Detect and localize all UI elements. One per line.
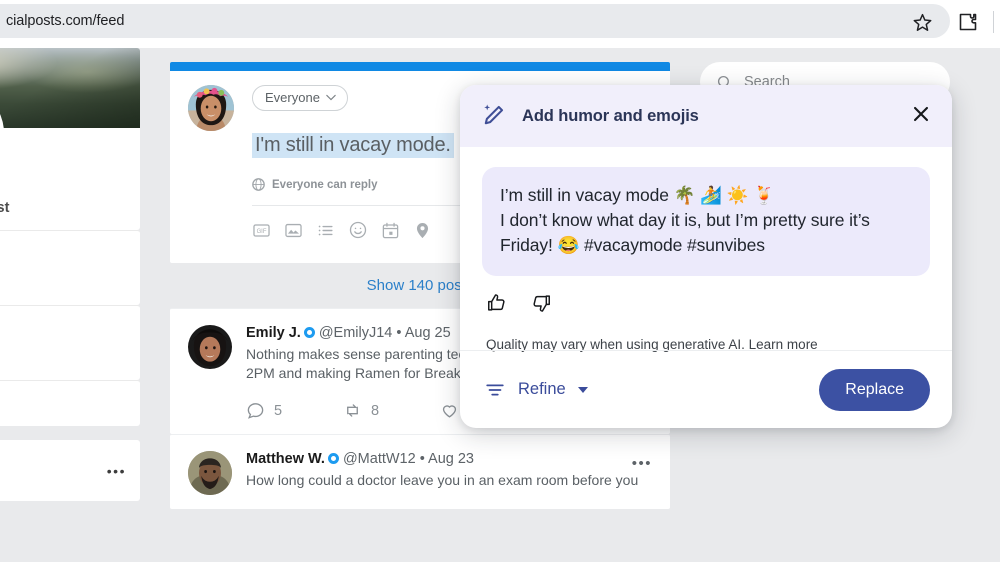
post-item-matthew[interactable]: Matthew W. @MattW12 • Aug 23 How long cou…	[170, 434, 670, 509]
composer-avatar[interactable]	[188, 85, 234, 131]
ai-dialog-header: Add humor and emojis	[460, 85, 952, 147]
profile-card[interactable]: bby B. on Specialist	[0, 48, 140, 230]
list-icon[interactable]	[316, 221, 335, 245]
stat-followers[interactable]: lowers 345	[0, 305, 140, 380]
magic-pen-icon	[482, 101, 508, 132]
post-avatar[interactable]	[188, 325, 232, 369]
post-more-icon[interactable]: •••	[632, 455, 652, 472]
schedule-icon[interactable]	[381, 221, 400, 245]
address-bar-url: cialposts.com/feed	[6, 13, 124, 29]
ai-dialog-footer: Refine Replace	[460, 350, 952, 428]
profile-name: bby B.	[0, 174, 140, 196]
chevron-down-icon[interactable]	[578, 387, 588, 393]
post-date[interactable]: Aug 23	[428, 451, 474, 467]
reply-count: 5	[274, 403, 282, 419]
ai-suggestion-dialog: Add humor and emojis I’m still in vacay …	[460, 85, 952, 428]
svg-text:GIF: GIF	[257, 228, 267, 234]
suggestions-card[interactable]: ons •••	[0, 440, 140, 501]
repost-action[interactable]: 8	[343, 401, 440, 420]
ai-feedback-row	[482, 276, 930, 319]
image-icon[interactable]	[284, 221, 303, 245]
post-text: How long could a doctor leave you in an …	[246, 471, 652, 490]
audience-label: Everyone	[265, 90, 320, 105]
composer-accent-bar	[170, 62, 670, 71]
replace-button[interactable]: Replace	[819, 369, 930, 411]
toolbar-divider	[993, 11, 994, 33]
stat-following-label: lowing	[0, 247, 140, 265]
thumb-up-icon[interactable]	[486, 292, 508, 319]
close-icon[interactable]	[910, 103, 932, 130]
audience-selector[interactable]: Everyone	[252, 85, 348, 111]
thumb-down-icon[interactable]	[530, 292, 552, 319]
stat-following-value: 239	[0, 269, 140, 291]
gif-icon[interactable]: GIF	[252, 221, 271, 245]
post-header: Matthew W. @MattW12 • Aug 23	[246, 451, 652, 467]
chevron-down-icon	[326, 94, 336, 101]
ai-dialog-body: I’m still in vacay mode 🌴 🏄 ☀️ 🍹 I don’t…	[460, 147, 952, 352]
profile-role: on Specialist	[0, 200, 140, 216]
browser-toolbar: cialposts.com/feed	[0, 0, 1000, 44]
post-date[interactable]: Aug 25	[405, 325, 451, 341]
ai-disclaimer: Quality may vary when using generative A…	[482, 319, 930, 352]
profile-info: bby B. on Specialist	[0, 128, 140, 230]
post-separator: •	[396, 325, 401, 341]
reply-scope-label: Everyone can reply	[272, 179, 377, 191]
refine-button[interactable]: Refine	[484, 379, 588, 401]
location-icon[interactable]	[413, 221, 432, 245]
left-sidebar: bby B. on Specialist lowing 239 lowers 3…	[0, 48, 140, 501]
ai-dialog-title: Add humor and emojis	[522, 107, 699, 126]
browser-toolbar-icons	[899, 0, 994, 44]
reply-action[interactable]: 5	[246, 401, 343, 420]
stat-followers-value: 345	[0, 344, 140, 366]
post-avatar[interactable]	[188, 451, 232, 495]
refine-label: Refine	[518, 380, 566, 399]
emoji-icon[interactable]	[348, 220, 368, 245]
post-author-name[interactable]: Emily J.	[246, 325, 301, 341]
stat-followers-label: lowers	[0, 322, 140, 340]
composer-text: I'm still in vacay mode.	[252, 133, 454, 158]
address-bar[interactable]: cialposts.com/feed	[0, 4, 950, 38]
post-author-handle[interactable]: @EmilyJ14	[319, 325, 393, 341]
verified-badge-icon	[328, 453, 339, 464]
repost-count: 8	[371, 403, 379, 419]
post-author-name[interactable]: Matthew W.	[246, 451, 325, 467]
profile-cover-image	[0, 48, 140, 128]
extensions-puzzle-icon[interactable]	[945, 0, 991, 44]
post-separator: •	[420, 451, 425, 467]
verified-badge-icon	[304, 327, 315, 338]
stat-following[interactable]: lowing 239	[0, 230, 140, 305]
globe-icon	[252, 178, 265, 191]
post-author-handle[interactable]: @MattW12	[343, 451, 416, 467]
tune-icon	[484, 379, 506, 401]
ai-suggestion-text[interactable]: I’m still in vacay mode 🌴 🏄 ☀️ 🍹 I don’t…	[482, 167, 930, 276]
suggestions-more-icon[interactable]: •••	[107, 463, 126, 479]
view-profile-link[interactable]: w profile	[0, 380, 140, 426]
bookmark-star-icon[interactable]	[899, 0, 945, 44]
